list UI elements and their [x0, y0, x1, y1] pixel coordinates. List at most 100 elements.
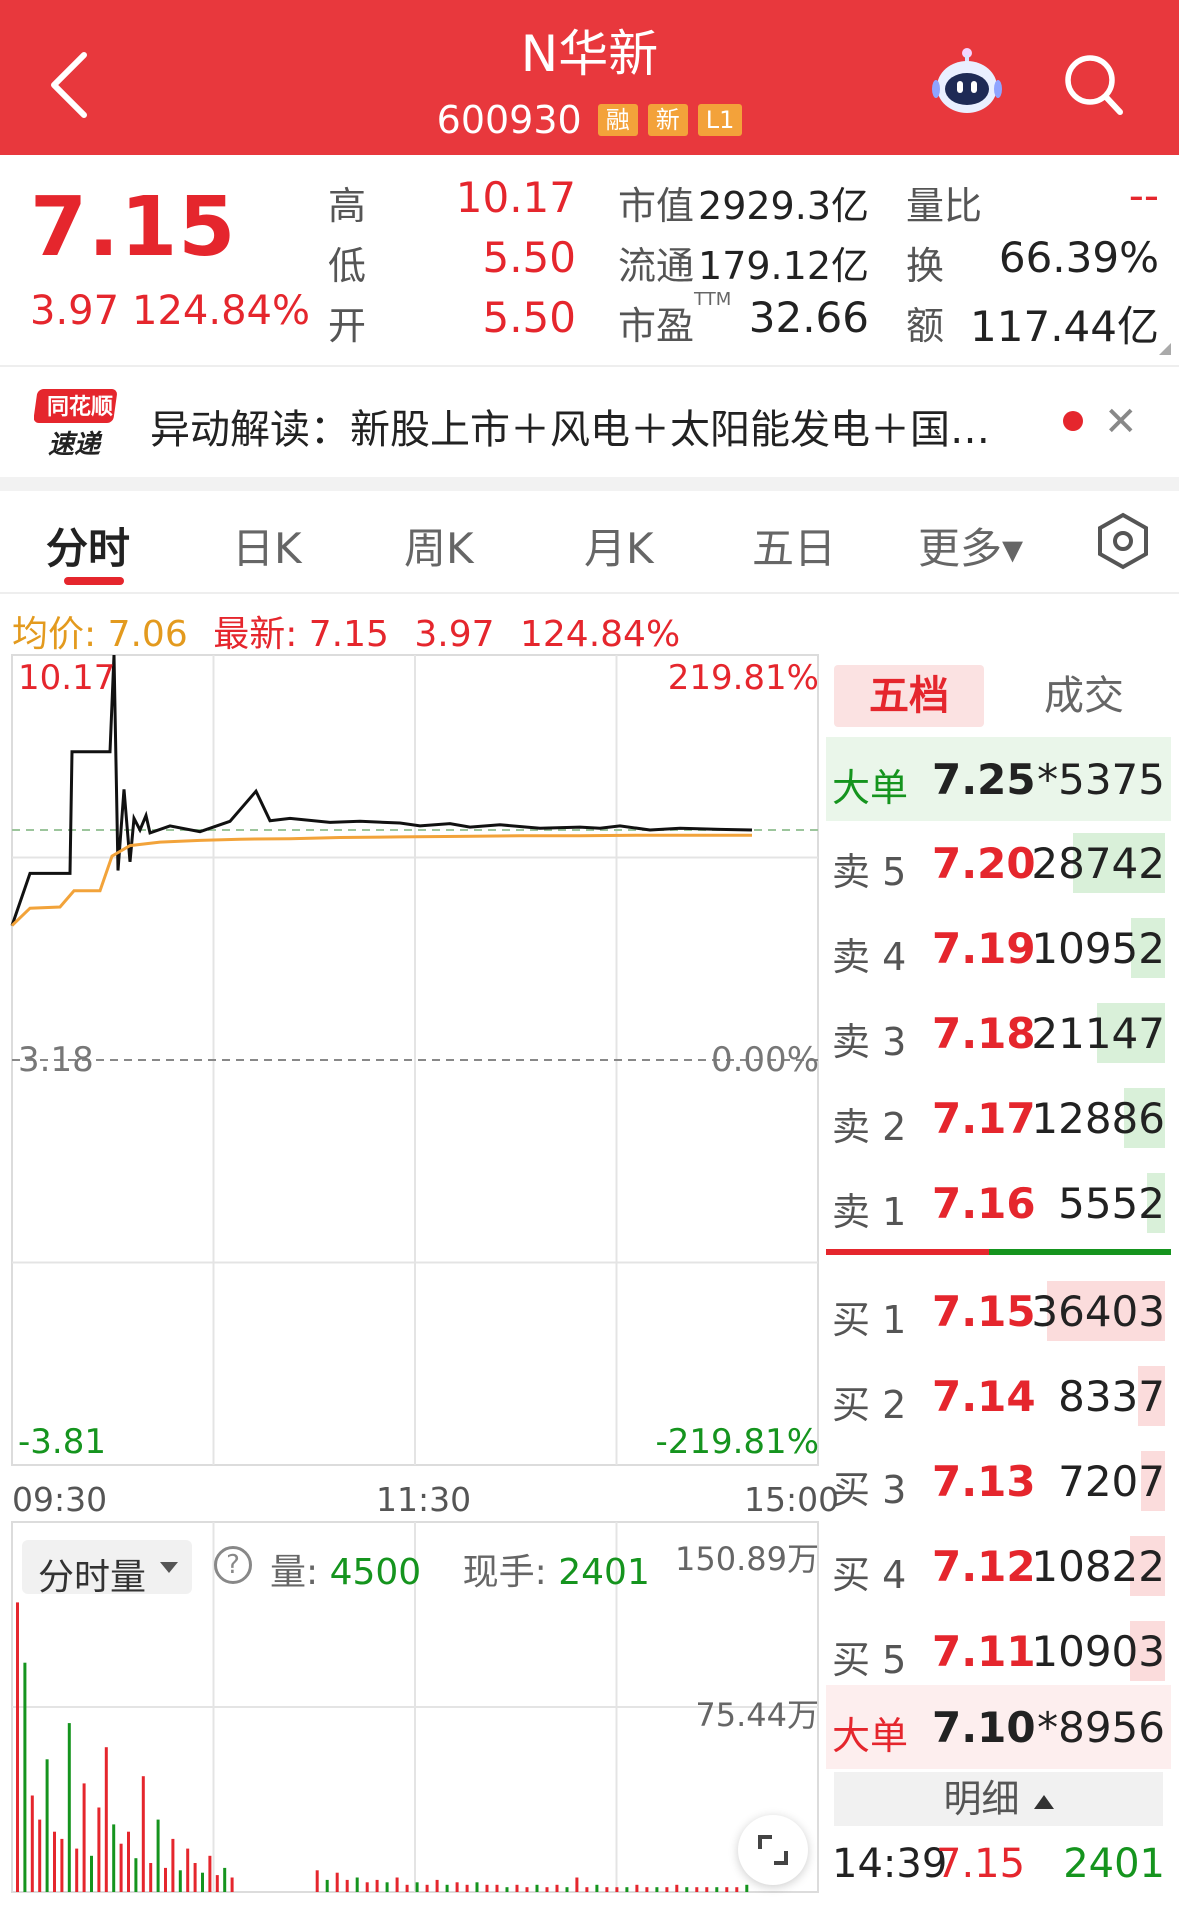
pe-value: 32.66 [748, 293, 869, 342]
expand-corner-icon[interactable] [1159, 343, 1171, 355]
volume-bar [178, 1870, 182, 1892]
bid-row-4-price: 7.12 [932, 1542, 1036, 1591]
volume-bar [605, 1887, 609, 1892]
news-bar[interactable]: 同花顺 速递 异动解读：新股上市＋风电＋太阳能发电＋国… ✕ [0, 365, 1179, 477]
open-label: 开 [328, 304, 367, 348]
tab-monthly-k[interactable]: 月K [584, 515, 654, 576]
volume-bar [119, 1843, 123, 1892]
tab-weekly-k[interactable]: 周K [404, 515, 474, 576]
volume-bar [725, 1887, 729, 1892]
section-divider [0, 477, 1179, 491]
big-order-sell-row-label: 大单 [832, 766, 909, 810]
bid-row-1[interactable]: 买 1 7.15 36403 [826, 1269, 1171, 1353]
bid-row-3-volume: 7207 [1058, 1457, 1165, 1506]
volume-bar [485, 1884, 489, 1892]
news-logo-bottom-text: 速递 [48, 430, 103, 459]
trade-volume: 2401 [1063, 1841, 1165, 1887]
bid-row-3[interactable]: 买 3 7.13 7207 [826, 1439, 1171, 1523]
ask-row-2-volume: 12886 [1031, 1094, 1165, 1143]
volume-bar [595, 1884, 599, 1892]
volume-bar [395, 1877, 399, 1892]
bid-row-4-label: 买 4 [832, 1553, 907, 1597]
volume-bar [16, 1602, 19, 1892]
ask-row-5-volume: 28742 [1031, 839, 1165, 888]
detail-header-label: 明细 [943, 1777, 1020, 1821]
ask-row-4-label: 卖 4 [832, 935, 907, 979]
ask-row-5[interactable]: 卖 5 7.20 28742 [826, 821, 1171, 905]
settings-hexagon-icon[interactable] [1096, 511, 1150, 571]
tab-five-levels[interactable]: 五档 [834, 665, 984, 727]
caret-up-icon [1033, 1794, 1054, 1809]
pe-label: 市盈TTM [618, 289, 731, 350]
volume-bar [134, 1858, 138, 1892]
volume-bar [230, 1877, 234, 1892]
bid-row-4[interactable]: 买 4 7.12 10822 [826, 1524, 1171, 1608]
volume-bar [171, 1838, 175, 1892]
active-tab-indicator [64, 577, 124, 585]
bid-ask-divider-green [989, 1249, 1171, 1255]
big-order-buy-row-label: 大单 [832, 1714, 909, 1758]
ask-row-2[interactable]: 卖 2 7.17 12886 [826, 1076, 1171, 1160]
time-label-close: 15:00 [744, 1480, 840, 1519]
ask-row-3-price: 7.18 [932, 1009, 1036, 1058]
robot-assistant-icon[interactable] [930, 45, 1004, 119]
margin-tag: 融 [597, 104, 638, 136]
tab-five-day[interactable]: 五日 [752, 515, 836, 576]
close-icon[interactable]: ✕ [1104, 399, 1138, 445]
tab-trades[interactable]: 成交 [1044, 665, 1124, 727]
trade-detail-row: 14:39 7.15 2401 [826, 1841, 1171, 1901]
tab-more[interactable]: 更多▾ [918, 515, 1023, 576]
bid-row-3-label: 买 3 [832, 1468, 907, 1512]
volume-bar [75, 1848, 79, 1892]
ask-row-4-price: 7.19 [932, 924, 1036, 973]
tab-intraday[interactable]: 分时 [46, 515, 130, 576]
market-cap-label: 市值 [618, 184, 695, 228]
volume-bar [60, 1838, 64, 1892]
ask-row-1[interactable]: 卖 1 7.16 5552 [826, 1161, 1171, 1245]
level1-tag: L1 [697, 104, 743, 136]
latest-price: 最新: 7.15 [213, 614, 389, 655]
new-stock-tag: 新 [647, 104, 688, 136]
big-order-sell-row[interactable]: 大单 7.25 *5375 [826, 737, 1171, 821]
trade-price: 7.15 [936, 1841, 1026, 1887]
volume-bar [715, 1887, 719, 1892]
turnover-label: 换 [906, 244, 945, 288]
volume-bar [53, 1831, 56, 1892]
tab-daily-k[interactable]: 日K [232, 515, 302, 576]
volume-info: 量: 4500 现手: 2401 [270, 1543, 680, 1595]
volume-ratio-label: 量比 [906, 184, 983, 228]
stock-detail-screen: N华新 600930 融 新 L1 7.15 3.97 124.84% 高 低 … [0, 0, 1179, 1922]
bid-row-5[interactable]: 买 5 7.11 10903 [826, 1609, 1171, 1693]
ask-row-3[interactable]: 卖 3 7.18 21147 [826, 991, 1171, 1075]
ask-row-5-price: 7.20 [932, 839, 1036, 888]
help-icon[interactable]: ? [214, 1546, 252, 1584]
volume-bar [375, 1879, 379, 1892]
volume-bar [535, 1884, 539, 1892]
volume-bar [405, 1884, 409, 1892]
volume-max-label: 150.89万 [675, 1540, 819, 1578]
volume-bar [425, 1884, 429, 1892]
detail-toggle[interactable]: 明细 [834, 1772, 1163, 1826]
order-book: 五档 成交 大单 7.25 *5375 卖 5 7.20 28742 卖 4 7.19 1095… [826, 655, 1171, 1922]
bid-row-2[interactable]: 买 2 7.14 8337 [826, 1354, 1171, 1438]
dropdown-caret-icon [160, 1562, 178, 1573]
big-order-sell-row-price: 7.25 [932, 755, 1036, 804]
big-order-buy-row[interactable]: 大单 7.10 *8956 [826, 1685, 1171, 1769]
amount-label: 额 [906, 304, 945, 348]
news-logo-icon: 同花顺 速递 [34, 389, 117, 459]
volume-bar [745, 1884, 749, 1892]
big-order-sell-row-volume: *5375 [1037, 755, 1165, 804]
search-icon[interactable] [1062, 52, 1126, 118]
volume-bar [505, 1887, 509, 1892]
pe-ttm-sup: TTM [694, 289, 732, 310]
ask-row-1-label: 卖 1 [832, 1190, 907, 1234]
volume-bar [575, 1877, 579, 1892]
volume-bar [455, 1882, 459, 1892]
ask-row-4[interactable]: 卖 4 7.19 10952 [826, 906, 1171, 990]
volume-type-dropdown[interactable]: 分时量 [22, 1540, 192, 1598]
fullscreen-toggle-icon[interactable] [738, 1815, 808, 1885]
low-label: 低 [328, 244, 367, 288]
bid-row-1-label: 买 1 [832, 1298, 907, 1342]
news-headline: 异动解读：新股上市＋风电＋太阳能发电＋国… [150, 407, 990, 453]
volume-bar [149, 1863, 153, 1892]
